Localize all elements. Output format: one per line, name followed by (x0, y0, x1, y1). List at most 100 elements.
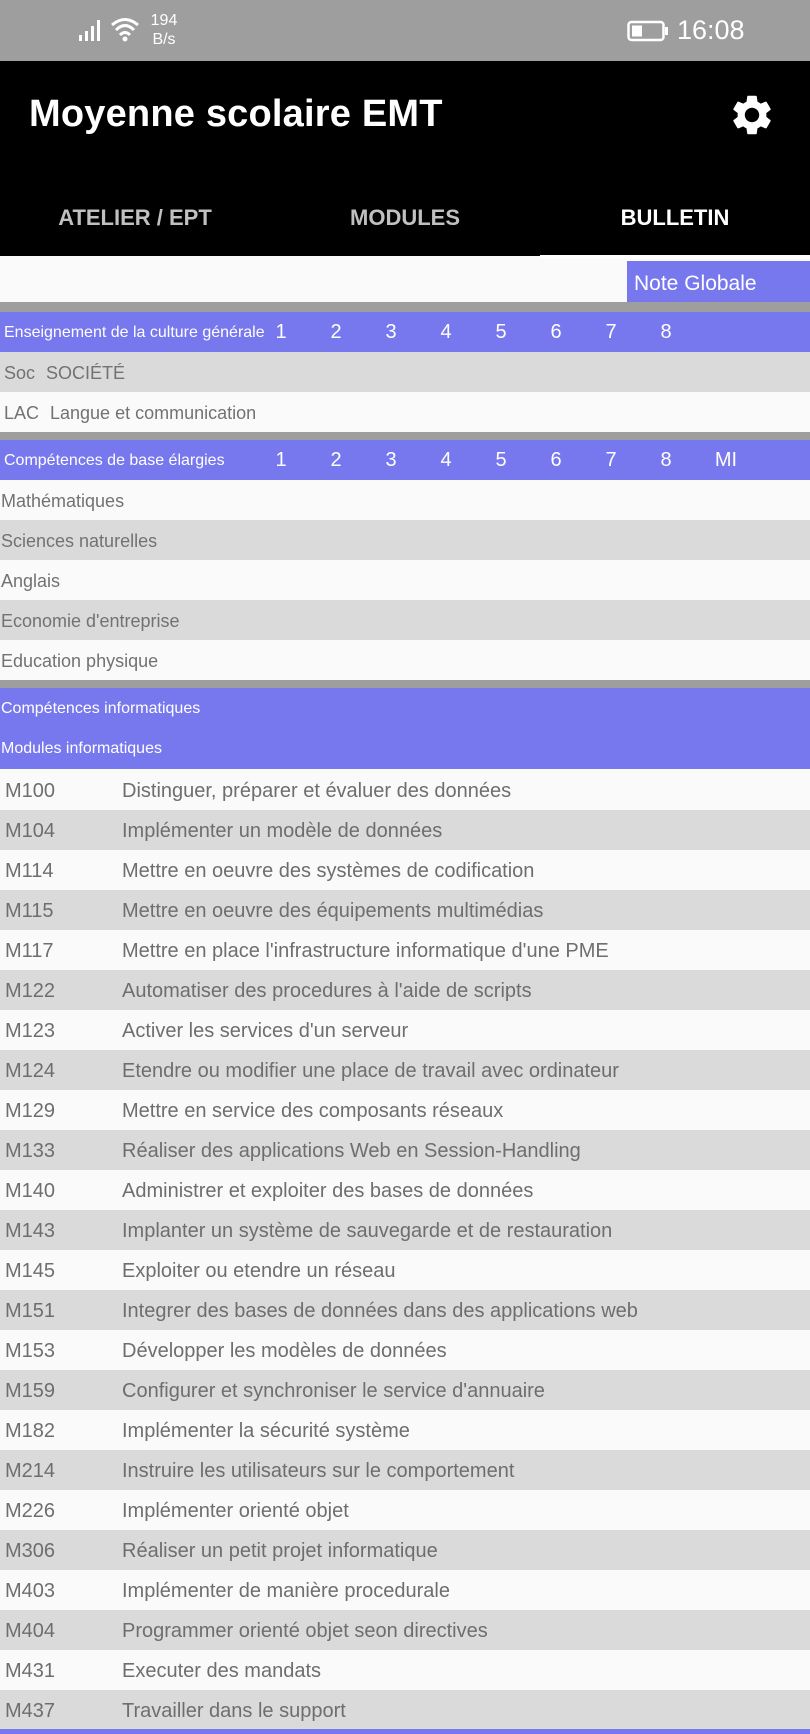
gear-icon[interactable] (728, 91, 776, 139)
module-row[interactable]: M104 Implémenter un modèle de données (0, 810, 810, 850)
signal-icon (79, 20, 100, 41)
column-header: 7 (605, 449, 617, 471)
network-speed: 194 B/s (149, 11, 179, 49)
subject-row-lac[interactable]: LAC Langue et communication (0, 392, 810, 432)
subject-name: SOCIÉTÉ (46, 363, 126, 383)
module-name: Automatiser des procedures à l'aide de s… (122, 980, 532, 1002)
subject-name: Sciences naturelles (1, 531, 158, 551)
module-code: M115 (5, 900, 54, 922)
module-name: Implémenter un modèle de données (122, 820, 443, 842)
module-code: M104 (5, 820, 56, 842)
module-row[interactable]: M129 Mettre en service des composants rés… (0, 1090, 810, 1130)
module-row[interactable]: M145 Exploiter ou etendre un réseau (0, 1250, 810, 1290)
module-row[interactable]: M153 Développer les modèles de données (0, 1330, 810, 1370)
subject-row[interactable]: Mathématiques (0, 480, 810, 520)
divider (0, 302, 810, 312)
module-row[interactable]: M124 Etendre ou modifier une place de tra… (0, 1050, 810, 1090)
module-code: M129 (5, 1100, 56, 1122)
competences-info-header: Compétences informatiques (0, 688, 810, 728)
module-name: Mettre en place l'infrastructure informa… (122, 940, 609, 962)
column-header: 1 (275, 449, 287, 471)
module-row[interactable]: M306 Réaliser un petit projet informatiqu… (0, 1530, 810, 1570)
culture-generale-header: Enseignement de la culture générale 1 2 … (0, 312, 810, 352)
app-title: Moyenne scolaire EMT (29, 93, 443, 135)
module-name: Implémenter de manière procedurale (122, 1580, 450, 1602)
module-code: M214 (5, 1460, 56, 1482)
divider (0, 432, 810, 440)
subject-name: Langue et communication (50, 403, 257, 423)
subject-row[interactable]: Anglais (0, 560, 810, 600)
module-code: M182 (5, 1420, 56, 1442)
module-code: M140 (5, 1180, 56, 1202)
module-code: M403 (5, 1580, 56, 1602)
tab-indicator (540, 255, 810, 259)
module-row[interactable]: M114 Mettre en oeuvre des systèmes de cod… (0, 850, 810, 890)
module-name: Implémenter orienté objet (122, 1500, 349, 1522)
module-row[interactable]: M117 Mettre en place l'infrastructure inf… (0, 930, 810, 970)
module-code: M404 (5, 1620, 56, 1642)
module-code: M117 (5, 940, 54, 962)
tab-atelier-ept[interactable]: ATELIER / EPT (0, 185, 270, 256)
subject-row[interactable]: Economie d'entreprise (0, 600, 810, 640)
module-name: Distinguer, préparer et évaluer des donn… (122, 780, 512, 802)
wifi-icon (111, 18, 139, 42)
column-header: 6 (550, 449, 562, 471)
subject-name: Education physique (1, 651, 159, 671)
subject-row[interactable]: Sciences naturelles (0, 520, 810, 560)
module-name: Développer les modèles de données (122, 1340, 447, 1362)
competences-base-header: Compétences de base élargies 1 2 3 4 5 6… (0, 440, 810, 480)
module-row[interactable]: M403 Implémenter de manière procedurale (0, 1570, 810, 1610)
module-row[interactable]: M122 Automatiser des procedures à l'aide … (0, 970, 810, 1010)
module-row[interactable]: M226 Implémenter orienté objet (0, 1490, 810, 1530)
module-row[interactable]: M404 Programmer orienté objet seon direct… (0, 1610, 810, 1650)
module-row[interactable]: M123 Activer les services d'un serveur (0, 1010, 810, 1050)
module-row[interactable]: M100 Distinguer, préparer et évaluer des … (0, 770, 810, 810)
module-name: Exploiter ou etendre un réseau (122, 1260, 396, 1282)
module-code: M306 (5, 1540, 56, 1562)
column-header: 4 (440, 449, 452, 471)
column-header: 6 (550, 321, 562, 343)
competences-info-title: Compétences informatiques (1, 700, 201, 717)
module-row[interactable]: M143 Implanter un système de sauvegarde e… (0, 1210, 810, 1250)
column-header: 5 (495, 321, 507, 343)
module-name: Implanter un système de sauvegarde et de… (122, 1220, 613, 1242)
module-row[interactable]: M133 Réaliser des applications Web en Ses… (0, 1130, 810, 1170)
module-code: M226 (5, 1500, 56, 1522)
module-name: Réaliser un petit projet informatique (122, 1540, 438, 1562)
module-code: M114 (5, 860, 54, 882)
app-bar: Moyenne scolaire EMT ATELIER / EPT MODUL… (0, 61, 810, 259)
module-code: M124 (5, 1060, 56, 1082)
module-code: M437 (5, 1700, 56, 1722)
subject-name: Anglais (1, 571, 61, 591)
culture-generale-title: Enseignement de la culture générale (4, 324, 265, 341)
module-row[interactable]: M214 Instruire les utilisateurs sur le co… (0, 1450, 810, 1490)
modules-info-subtitle: Modules informatiques (1, 740, 162, 757)
module-name: Administrer et exploiter des bases de do… (122, 1180, 534, 1202)
module-name: Executer des mandats (122, 1660, 321, 1682)
module-row[interactable]: M159 Configurer et synchroniser le servic… (0, 1370, 810, 1410)
column-header: 3 (385, 321, 397, 343)
column-header: 4 (440, 321, 452, 343)
module-row[interactable]: M115 Mettre en oeuvre des équipements mul… (0, 890, 810, 930)
tab-modules[interactable]: MODULES (270, 185, 540, 256)
column-header: 5 (495, 449, 507, 471)
module-code: M145 (5, 1260, 56, 1282)
module-row[interactable]: M431 Executer des mandats (0, 1650, 810, 1690)
tab-bar: ATELIER / EPT MODULES BULLETIN (0, 185, 810, 256)
module-row[interactable]: M437 Travailler dans le support (0, 1690, 810, 1730)
tab-bulletin[interactable]: BULLETIN (540, 185, 810, 256)
subject-row-soc[interactable]: Soc SOCIÉTÉ (0, 352, 810, 392)
module-row[interactable]: M182 Implémenter la sécurité système (0, 1410, 810, 1450)
note-globale-button[interactable]: Note Globale (627, 261, 810, 302)
module-name: Activer les services d'un serveur (122, 1020, 409, 1042)
column-header: MI (714, 449, 738, 471)
subject-row[interactable]: Education physique (0, 640, 810, 680)
status-bar: 194 B/s 16:08 (0, 0, 810, 61)
subject-abbr: Soc (4, 363, 36, 383)
module-name: Programmer orienté objet seon directives (122, 1620, 488, 1642)
module-row[interactable]: M140 Administrer et exploiter des bases d… (0, 1170, 810, 1210)
module-name: Réaliser des applications Web en Session… (122, 1140, 581, 1162)
network-speed-value: 194 (150, 12, 178, 29)
module-row[interactable]: M151 Integrer des bases de données dans d… (0, 1290, 810, 1330)
module-name: Implémenter la sécurité système (122, 1420, 410, 1442)
